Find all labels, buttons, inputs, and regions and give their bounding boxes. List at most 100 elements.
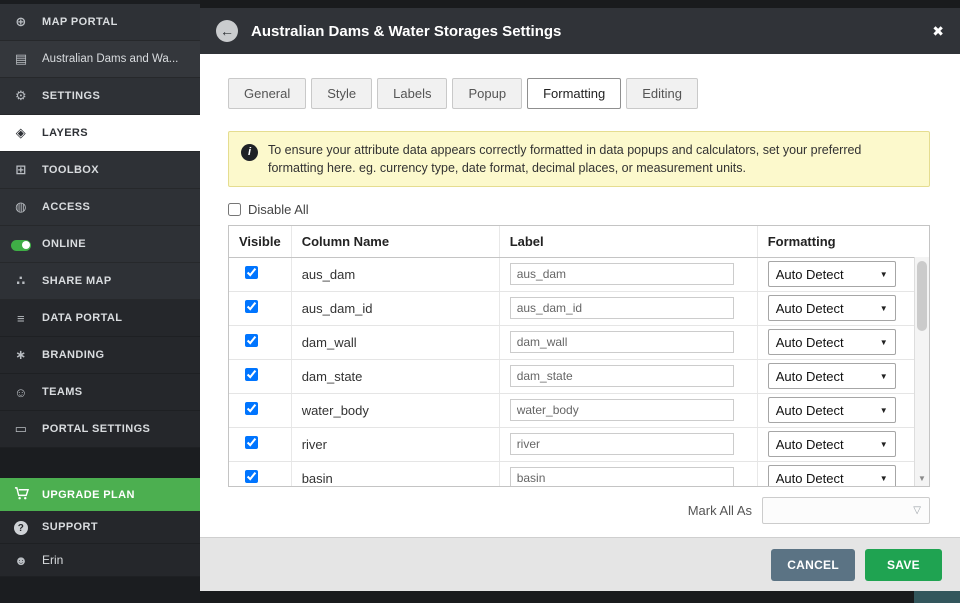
gear-icon: ⚙ — [0, 88, 42, 104]
visible-checkbox[interactable] — [245, 368, 258, 381]
scrollbar-thumb[interactable] — [917, 261, 927, 331]
sidebar-item-label: UPGRADE PLAN — [42, 489, 135, 501]
branding-icon: ∗ — [0, 347, 42, 363]
label-cell — [499, 257, 757, 291]
mark-all-as-row: Mark All As ▽ — [228, 497, 930, 524]
globe-icon: ⊕ — [0, 14, 42, 30]
visible-checkbox[interactable] — [245, 402, 258, 415]
sidebar-item-current-map[interactable]: ▤ Australian Dams and Wa... — [0, 41, 200, 78]
chevron-down-icon: ▼ — [880, 338, 888, 347]
chevron-down-icon: ▼ — [880, 406, 888, 415]
sidebar-item-label: MAP PORTAL — [42, 16, 118, 28]
tab-style[interactable]: Style — [311, 78, 372, 109]
formatting-select[interactable]: Auto Detect▼ — [768, 363, 896, 389]
sidebar-item-branding[interactable]: ∗ BRANDING — [0, 337, 200, 374]
formatting-select[interactable]: Auto Detect▼ — [768, 295, 896, 321]
column-name-cell: water_body — [291, 393, 499, 427]
column-name-cell: basin — [291, 461, 499, 487]
close-icon[interactable]: ✖ — [932, 23, 944, 40]
sidebar-item-map-portal[interactable]: ⊕ MAP PORTAL — [0, 4, 200, 41]
sidebar-item-share-map[interactable]: ∴ SHARE MAP — [0, 263, 200, 300]
formatting-select[interactable]: Auto Detect▼ — [768, 431, 896, 457]
visible-checkbox[interactable] — [245, 300, 258, 313]
header-label: Label — [499, 226, 757, 257]
visible-cell — [229, 393, 291, 427]
sidebar-item-label: LAYERS — [42, 127, 88, 139]
tab-editing[interactable]: Editing — [626, 78, 698, 109]
formatting-select-value: Auto Detect — [776, 369, 844, 384]
visible-checkbox[interactable] — [245, 266, 258, 279]
back-button[interactable]: ← — [216, 20, 238, 42]
sidebar-item-online[interactable]: ONLINE — [0, 226, 200, 263]
label-input[interactable] — [510, 331, 734, 353]
teams-icon: ☺ — [0, 385, 42, 400]
formatting-select-value: Auto Detect — [776, 267, 844, 282]
label-input[interactable] — [510, 399, 734, 421]
formatting-cell: Auto Detect▼ — [757, 359, 929, 393]
formatting-select-value: Auto Detect — [776, 437, 844, 452]
tab-general[interactable]: General — [228, 78, 306, 109]
user-icon: ☻ — [0, 553, 42, 568]
formatting-select[interactable]: Auto Detect▼ — [768, 465, 896, 487]
table-row: dam_wall Auto Detect▼ — [229, 325, 929, 359]
sidebar-item-user[interactable]: ☻ Erin — [0, 544, 200, 577]
sidebar-item-label: BRANDING — [42, 349, 104, 361]
mark-all-as-label: Mark All As — [688, 503, 752, 518]
label-input[interactable] — [510, 297, 734, 319]
disable-all-row: Disable All — [228, 202, 930, 217]
visible-checkbox[interactable] — [245, 436, 258, 449]
scrollbar-down-arrow[interactable]: ▼ — [915, 470, 929, 486]
visible-checkbox[interactable] — [245, 470, 258, 483]
table-row: aus_dam_id Auto Detect▼ — [229, 291, 929, 325]
label-cell — [499, 359, 757, 393]
sidebar-user-name: Erin — [42, 553, 63, 567]
tab-formatting[interactable]: Formatting — [527, 78, 621, 109]
sidebar-item-teams[interactable]: ☺ TEAMS — [0, 374, 200, 411]
visible-cell — [229, 427, 291, 461]
sidebar-item-label: SUPPORT — [42, 521, 98, 533]
table-scrollbar[interactable]: ▼ — [914, 257, 929, 486]
sidebar-item-portal-settings[interactable]: ▭ PORTAL SETTINGS — [0, 411, 200, 448]
visible-cell — [229, 291, 291, 325]
sidebar-item-layers[interactable]: ◈ LAYERS — [0, 115, 200, 152]
formatting-select[interactable]: Auto Detect▼ — [768, 261, 896, 287]
formatting-select-value: Auto Detect — [776, 335, 844, 350]
disable-all-checkbox[interactable] — [228, 203, 241, 216]
formatting-select[interactable]: Auto Detect▼ — [768, 397, 896, 423]
header-visible: Visible — [229, 226, 291, 257]
sidebar-filler — [0, 577, 200, 603]
toggle-on-icon — [0, 237, 42, 252]
chevron-down-icon: ▼ — [880, 474, 888, 483]
map-background-sliver — [914, 591, 960, 603]
label-input[interactable] — [510, 433, 734, 455]
sidebar-item-toolbox[interactable]: ⊞ TOOLBOX — [0, 152, 200, 189]
table-row: basin Auto Detect▼ — [229, 461, 929, 487]
header-formatting: Formatting — [757, 226, 929, 257]
layers-icon: ◈ — [0, 125, 42, 141]
mark-all-as-dropdown[interactable]: ▽ — [762, 497, 930, 524]
label-cell — [499, 291, 757, 325]
formatting-cell: Auto Detect▼ — [757, 393, 929, 427]
sidebar-item-upgrade-plan[interactable]: UPGRADE PLAN — [0, 478, 200, 511]
database-icon: ≡ — [0, 311, 42, 326]
sidebar-item-label: TOOLBOX — [42, 164, 99, 176]
tab-popup[interactable]: Popup — [452, 78, 522, 109]
formatting-select[interactable]: Auto Detect ▼ — [768, 329, 896, 355]
tab-labels[interactable]: Labels — [377, 78, 447, 109]
formatting-cell: Auto Detect▼ — [757, 257, 929, 291]
visible-cell — [229, 461, 291, 487]
dialog-header: ← Australian Dams & Water Storages Setti… — [200, 8, 960, 54]
column-name-cell: river — [291, 427, 499, 461]
visible-checkbox[interactable] — [245, 334, 258, 347]
cancel-button[interactable]: CANCEL — [771, 549, 855, 581]
sidebar-item-access[interactable]: ◍ ACCESS — [0, 189, 200, 226]
sidebar-item-settings[interactable]: ⚙ SETTINGS — [0, 78, 200, 115]
sidebar-item-label: DATA PORTAL — [42, 312, 122, 324]
formatting-cell: Auto Detect ▼ — [757, 325, 929, 359]
label-input[interactable] — [510, 467, 734, 487]
sidebar-item-data-portal[interactable]: ≡ DATA PORTAL — [0, 300, 200, 337]
save-button[interactable]: SAVE — [865, 549, 942, 581]
label-input[interactable] — [510, 365, 734, 387]
label-input[interactable] — [510, 263, 734, 285]
sidebar-item-support[interactable]: ? SUPPORT — [0, 511, 200, 544]
